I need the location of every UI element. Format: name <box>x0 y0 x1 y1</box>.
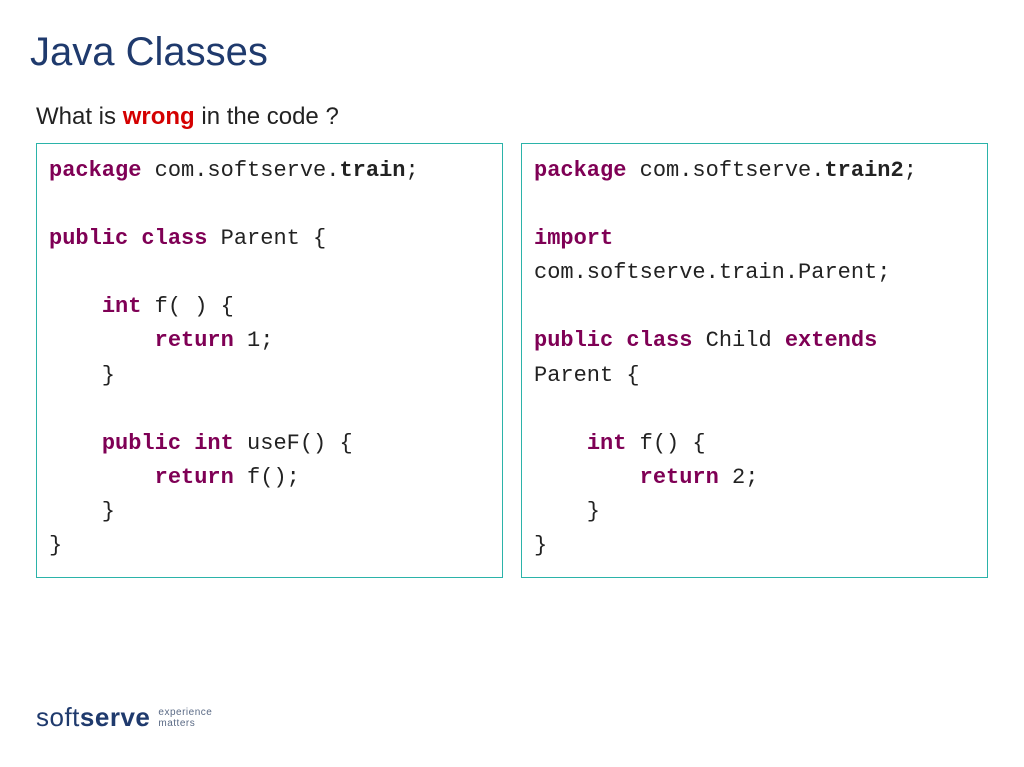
logo-serve: serve <box>80 702 150 732</box>
kw-int: int <box>587 431 627 456</box>
indent <box>49 294 102 319</box>
close-brace: } <box>49 499 115 524</box>
code-box-right: package com.softserve.train2; import com… <box>521 143 988 578</box>
kw-return: return <box>155 465 234 490</box>
indent <box>534 465 640 490</box>
question-text: What is wrong in the code ? <box>36 103 994 131</box>
import-parent: com.softserve.train.Parent; <box>534 260 890 285</box>
close-brace: } <box>49 363 115 388</box>
pkg-prefix: com.softserve. <box>141 158 339 183</box>
logo-soft: soft <box>36 702 80 732</box>
kw-import: import <box>534 226 613 251</box>
question-suffix: in the code ? <box>195 103 339 130</box>
close-brace: } <box>534 499 600 524</box>
f-sig: f( ) { <box>141 294 233 319</box>
indent <box>49 431 102 456</box>
footer-logo: softserve experience matters <box>36 702 212 733</box>
close-brace: } <box>49 533 62 558</box>
kw-public-class: public class <box>49 226 207 251</box>
kw-package: package <box>534 158 626 183</box>
code-columns: package com.softserve.train; public clas… <box>36 143 988 578</box>
kw-extends: extends <box>785 328 877 353</box>
kw-public-int: public int <box>102 431 234 456</box>
pkg-prefix: com.softserve. <box>626 158 824 183</box>
decl-child: Child <box>692 328 784 353</box>
f-sig: f() { <box>626 431 705 456</box>
slide-title: Java Classes <box>30 30 994 75</box>
indent <box>49 465 155 490</box>
code-box-left: package com.softserve.train; public clas… <box>36 143 503 578</box>
logo-tagline: experience matters <box>158 707 212 729</box>
tag-line1: experience <box>158 707 212 718</box>
tag-line2: matters <box>158 718 195 729</box>
kw-return: return <box>640 465 719 490</box>
semi: ; <box>405 158 418 183</box>
question-prefix: What is <box>36 103 123 130</box>
decl-parent-brace: Parent { <box>534 363 640 388</box>
semi: ; <box>904 158 917 183</box>
pkg-train: train <box>339 158 405 183</box>
return-2: 2; <box>719 465 759 490</box>
pkg-train2: train2 <box>824 158 903 183</box>
return-f: f(); <box>234 465 300 490</box>
decl-parent: Parent { <box>207 226 326 251</box>
indent <box>534 431 587 456</box>
usef-sig: useF() { <box>234 431 353 456</box>
kw-public-class: public class <box>534 328 692 353</box>
indent <box>49 328 155 353</box>
kw-int: int <box>102 294 142 319</box>
kw-return: return <box>155 328 234 353</box>
close-brace: } <box>534 533 547 558</box>
kw-package: package <box>49 158 141 183</box>
question-wrong-word: wrong <box>123 103 195 130</box>
return-1: 1; <box>234 328 274 353</box>
